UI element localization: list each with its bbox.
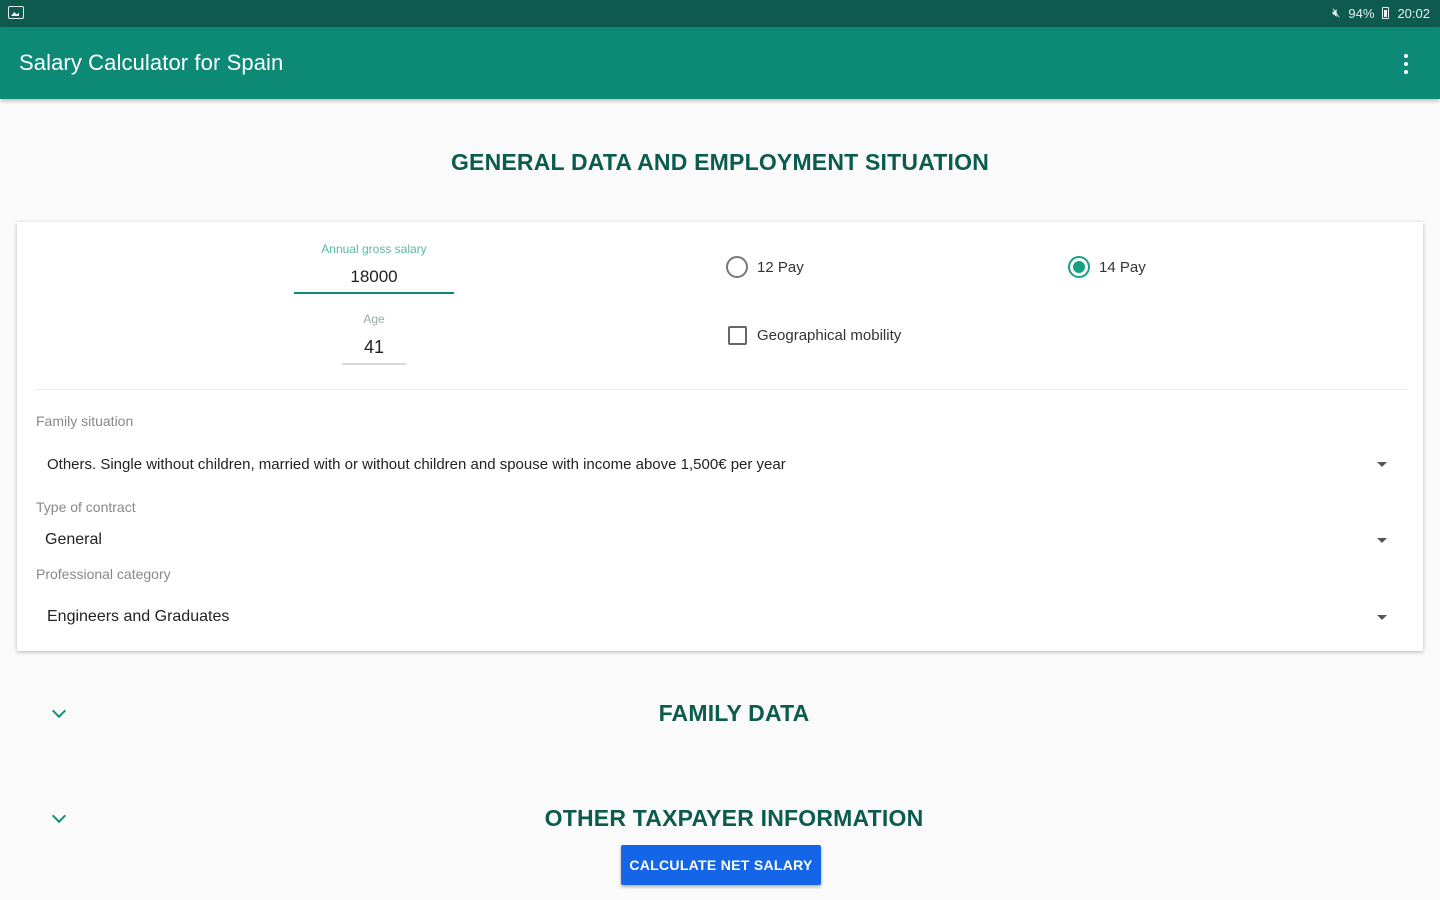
contract-type-label: Type of contract (36, 499, 136, 515)
mute-icon: 🔇︎ (1332, 5, 1341, 20)
contract-type-dropdown[interactable]: General (36, 522, 1393, 558)
family-situation-label: Family situation (36, 413, 134, 429)
radio-14-pay-label: 14 Pay (1099, 258, 1146, 276)
professional-category-value: Engineers and Graduates (47, 608, 230, 625)
family-data-section: FAMILY DATA (0, 696, 1440, 736)
battery-icon (1382, 7, 1390, 19)
annual-gross-salary-input[interactable] (294, 262, 454, 294)
geographical-mobility-checkbox[interactable]: Geographical mobility (728, 326, 901, 345)
salary-label: Annual gross salary (321, 242, 427, 256)
overflow-menu-icon[interactable] (1394, 51, 1418, 77)
family-data-heading[interactable]: FAMILY DATA (14, 700, 1440, 727)
other-taxpayer-heading[interactable]: OTHER TAXPAYER INFORMATION (14, 805, 1440, 832)
family-situation-value: Others. Single without children, married… (47, 455, 786, 473)
status-indicators: 🔇︎ 94% 20:02 (1332, 5, 1430, 21)
dropdown-arrow-icon (1377, 614, 1387, 620)
radio-12-pay[interactable]: 12 Pay (726, 256, 804, 278)
geographical-mobility-label: Geographical mobility (757, 327, 902, 344)
age-input[interactable] (342, 332, 406, 365)
app-bar: Salary Calculator for Spain (0, 27, 1440, 99)
contract-type-value: General (45, 531, 102, 548)
age-label: Age (363, 312, 385, 326)
battery-percent: 94% (1348, 5, 1375, 21)
radio-unchecked-icon (726, 256, 748, 278)
app-title: Salary Calculator for Spain (19, 50, 284, 75)
image-icon (8, 6, 24, 19)
divider (36, 389, 1407, 390)
dropdown-arrow-icon (1377, 537, 1387, 543)
general-data-card: Annual gross salary Age 12 Pay 14 Pay Ge… (17, 222, 1423, 651)
clock: 20:02 (1397, 5, 1430, 21)
family-situation-dropdown[interactable]: Others. Single without children, married… (36, 446, 1393, 482)
professional-category-dropdown[interactable]: Engineers and Graduates (36, 599, 1393, 635)
other-taxpayer-section: OTHER TAXPAYER INFORMATION (0, 801, 1440, 841)
general-section-heading: GENERAL DATA AND EMPLOYMENT SITUATION (450, 149, 990, 175)
radio-14-pay[interactable]: 14 Pay (1068, 256, 1146, 278)
calculate-net-salary-button[interactable]: CALCULATE NET SALARY (621, 845, 821, 885)
radio-12-pay-label: 12 Pay (757, 258, 804, 276)
status-bar: 🔇︎ 94% 20:02 (0, 0, 1440, 27)
dropdown-arrow-icon (1377, 461, 1387, 467)
radio-checked-icon (1068, 256, 1090, 278)
professional-category-label: Professional category (36, 566, 171, 582)
checkbox-unchecked-icon (728, 326, 747, 345)
